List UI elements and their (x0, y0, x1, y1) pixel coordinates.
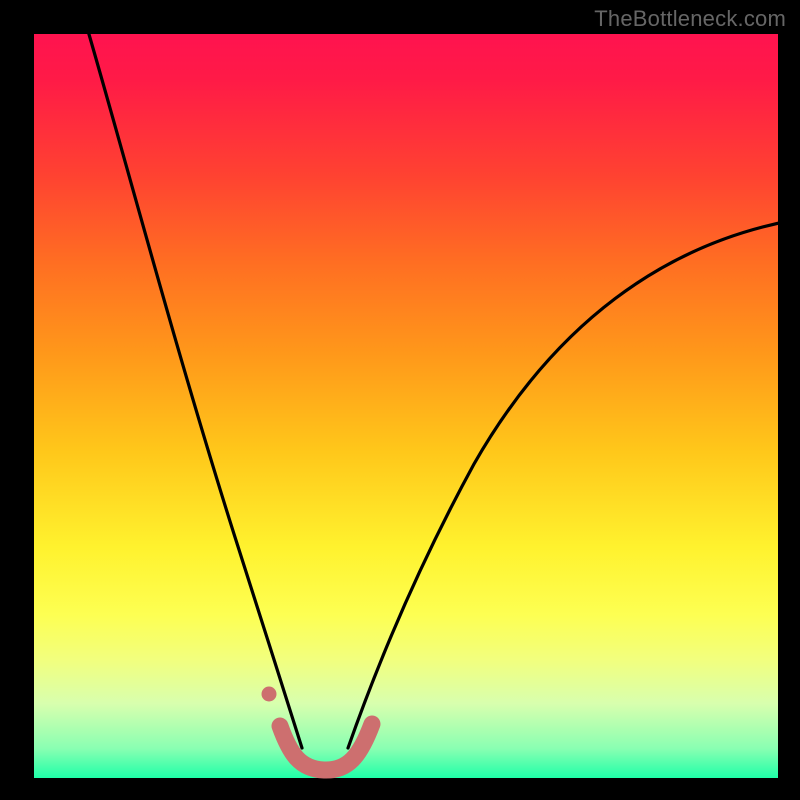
chart-frame: TheBottleneck.com (0, 0, 800, 800)
right-curve (348, 220, 794, 748)
left-dot (262, 687, 277, 702)
bottom-segment (280, 724, 372, 770)
watermark-text: TheBottleneck.com (594, 6, 786, 32)
left-curve (86, 24, 302, 748)
curve-layer (34, 34, 778, 778)
plot-area (34, 34, 778, 778)
